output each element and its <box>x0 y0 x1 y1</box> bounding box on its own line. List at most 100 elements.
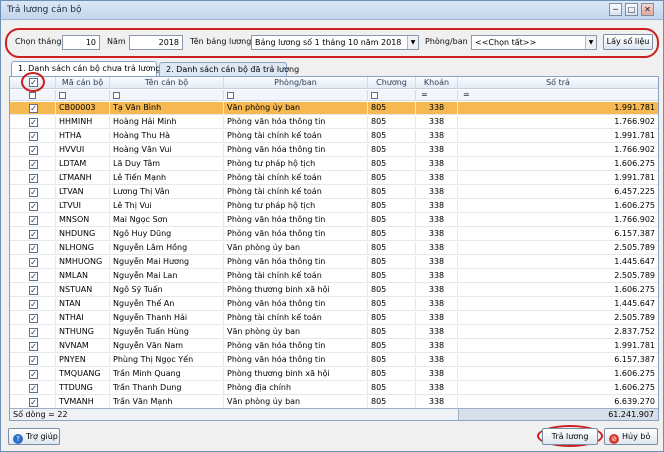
table-row[interactable]: ✓ NTHAI Nguyễn Thanh Hải Phòng tài chính kế… <box>10 312 658 325</box>
cell-dept: Phòng văn hóa thông tin <box>224 354 368 367</box>
cell-dept: Phòng văn hóa thông tin <box>224 340 368 353</box>
row-checkbox[interactable]: ✓ <box>29 174 38 183</box>
row-checkbox[interactable]: ✓ <box>29 244 38 253</box>
table-row[interactable]: ✓ CB00003 Tạ Văn Bình Văn phòng ủy ban 805 33… <box>10 102 658 115</box>
cell-dept: Phòng văn hóa thông tin <box>224 298 368 311</box>
table-row[interactable]: ✓ NHDUNG Ngô Huy Dũng Phòng văn hóa thông t… <box>10 228 658 241</box>
table-row[interactable]: ✓ NVNAM Nguyễn Văn Nam Phòng văn hóa thông … <box>10 340 658 353</box>
row-checkbox[interactable]: ✓ <box>29 146 38 155</box>
row-checkbox[interactable]: ✓ <box>29 342 38 351</box>
chevron-down-icon[interactable]: ▼ <box>407 36 418 49</box>
cell-khoan: 338 <box>416 298 458 311</box>
row-checkbox[interactable]: ✓ <box>29 258 38 267</box>
cell-checkbox: ✓ <box>10 242 56 255</box>
filter-icon[interactable] <box>227 92 234 99</box>
cell-name: Nguyễn Lâm Hồng <box>110 242 224 255</box>
cell-name: Lã Duy Tâm <box>110 158 224 171</box>
row-checkbox[interactable]: ✓ <box>29 104 38 113</box>
table-row[interactable]: ✓ NTAN Nguyễn Thế An Phòng văn hóa thông ti… <box>10 298 658 311</box>
table-row[interactable]: ✓ LDTAM Lã Duy Tâm Phòng tư pháp hộ tịch 805… <box>10 158 658 171</box>
table-row[interactable]: ✓ HTHA Hoàng Thu Hà Phòng tài chính kế toán… <box>10 130 658 143</box>
maximize-button[interactable]: □ <box>625 3 638 16</box>
cell-name: Nguyễn Mai Hương <box>110 256 224 269</box>
column-header-khoan[interactable]: Khoản <box>416 77 458 89</box>
row-checkbox[interactable]: ✓ <box>29 384 38 393</box>
filter-cell[interactable] <box>368 90 416 101</box>
table-row[interactable]: ✓ MNSON Mai Ngọc Sơn Phòng văn hóa thông ti… <box>10 214 658 227</box>
fetch-data-button[interactable]: Lấy số liệu <box>603 34 653 50</box>
filter-icon[interactable] <box>59 92 66 99</box>
filter-cell[interactable]: = <box>416 90 458 101</box>
cell-khoan: 338 <box>416 186 458 199</box>
row-checkbox[interactable]: ✓ <box>29 230 38 239</box>
table-row[interactable]: ✓ LTVAN Lương Thị Vân Phòng tài chính kế to… <box>10 186 658 199</box>
table-row[interactable]: ✓ NMHUONG Nguyễn Mai Hương Phòng văn hóa th… <box>10 256 658 269</box>
cell-amount: 1.606.275 <box>614 285 655 294</box>
filter-operator[interactable]: = <box>421 90 428 100</box>
payroll-select[interactable]: Bảng lương số 1 tháng 10 năm 2018 ▼ <box>251 35 419 50</box>
filter-icon[interactable] <box>371 92 378 99</box>
month-input[interactable]: 10 <box>62 35 100 50</box>
year-input[interactable]: 2018 <box>129 35 183 50</box>
table-row[interactable]: ✓ NSTUAN Ngô Sỹ Tuấn Phòng thương binh xã h… <box>10 284 658 297</box>
row-checkbox[interactable]: ✓ <box>29 300 38 309</box>
cell-khoan: 338 <box>416 102 458 115</box>
pay-salary-window: Trả lương cán bộ ─ □ ✕ Chọn tháng 10 Năm… <box>0 0 664 452</box>
table-row[interactable]: ✓ LTVUI Lê Thị Vui Phòng tư pháp hộ tịch 805… <box>10 200 658 213</box>
table-row[interactable]: ✓ NMLAN Nguyễn Mai Lan Phòng tài chính kế t… <box>10 270 658 283</box>
cell-dept: Phòng tài chính kế toán <box>224 130 368 143</box>
row-checkbox[interactable]: ✓ <box>29 314 38 323</box>
row-checkbox[interactable]: ✓ <box>29 398 38 407</box>
cell-name: Trần Minh Quang <box>110 368 224 381</box>
cell-chuong: 805 <box>368 256 416 269</box>
title-bar: Trả lương cán bộ ─ □ ✕ <box>1 1 663 20</box>
cancel-button[interactable]: ⊘ Hủy bỏ <box>604 428 658 445</box>
filter-icon[interactable] <box>29 92 36 99</box>
table-row[interactable]: ✓ LTMANH Lê Tiến Mạnh Phòng tài chính kế to… <box>10 172 658 185</box>
total-amount: 61.241.907 <box>608 410 654 419</box>
dept-label: Phòng/ban <box>425 37 468 46</box>
minimize-button[interactable]: ─ <box>609 3 622 16</box>
filter-icon[interactable] <box>113 92 120 99</box>
row-checkbox[interactable]: ✓ <box>29 286 38 295</box>
row-checkbox[interactable]: ✓ <box>29 118 38 127</box>
table-row[interactable]: ✓ HHMINH Hoàng Hải Minh Phòng văn hóa thông… <box>10 116 658 129</box>
table-row[interactable]: ✓ PNYEN Phùng Thị Ngọc Yến Phòng văn hóa th… <box>10 354 658 367</box>
row-checkbox[interactable]: ✓ <box>29 356 38 365</box>
row-checkbox[interactable]: ✓ <box>29 370 38 379</box>
column-header-chuong[interactable]: Chương <box>368 77 416 89</box>
filter-cell[interactable] <box>110 90 224 101</box>
dept-select[interactable]: <<Chọn tất>> ▼ <box>471 35 597 50</box>
help-button[interactable]: ? Trợ giúp <box>8 428 60 445</box>
filter-cell[interactable] <box>56 90 110 101</box>
cell-checkbox: ✓ <box>10 102 56 115</box>
table-row[interactable]: ✓ NTHUNG Nguyễn Tuấn Hùng Văn phòng ủy ban 8… <box>10 326 658 339</box>
grid-header: ✓ Mã cán bộ Tên cán bộ Phòng/ban Chương … <box>10 77 658 89</box>
column-header-code[interactable]: Mã cán bộ <box>56 77 110 89</box>
cell-amount: 1.766.902 <box>614 215 655 224</box>
filter-operator[interactable]: = <box>463 90 470 100</box>
row-checkbox[interactable]: ✓ <box>29 132 38 141</box>
filter-cell[interactable] <box>224 90 368 101</box>
cell-code: LDTAM <box>56 158 110 171</box>
row-checkbox[interactable]: ✓ <box>29 272 38 281</box>
row-checkbox[interactable]: ✓ <box>29 202 38 211</box>
close-button[interactable]: ✕ <box>641 3 654 16</box>
row-checkbox[interactable]: ✓ <box>29 216 38 225</box>
tab-paid[interactable]: 2. Danh sách cán bộ đã trả lương <box>159 62 299 77</box>
chevron-down-icon[interactable]: ▼ <box>585 36 596 49</box>
row-checkbox[interactable]: ✓ <box>29 188 38 197</box>
grid-footer: Số dòng = 22 61.241.907 <box>10 408 658 420</box>
column-header-amount[interactable]: Số trả <box>458 77 658 89</box>
column-header-dept[interactable]: Phòng/ban <box>224 77 368 89</box>
column-header-name[interactable]: Tên cán bộ <box>110 77 224 89</box>
pay-salary-button[interactable]: Trả lương <box>542 428 598 445</box>
filter-cell[interactable]: = <box>458 90 658 101</box>
table-row[interactable]: ✓ TMQUANG Trần Minh Quang Phòng thương binh… <box>10 368 658 381</box>
row-checkbox[interactable]: ✓ <box>29 328 38 337</box>
table-row[interactable]: ✓ TTDUNG Trần Thanh Dung Phòng địa chính 805… <box>10 382 658 395</box>
table-row[interactable]: ✓ NLHONG Nguyễn Lâm Hồng Văn phòng ủy ban 80… <box>10 242 658 255</box>
row-checkbox[interactable]: ✓ <box>29 160 38 169</box>
cell-amount: 1.445.647 <box>614 299 655 308</box>
table-row[interactable]: ✓ HVVUI Hoàng Văn Vui Phòng văn hóa thông t… <box>10 144 658 157</box>
